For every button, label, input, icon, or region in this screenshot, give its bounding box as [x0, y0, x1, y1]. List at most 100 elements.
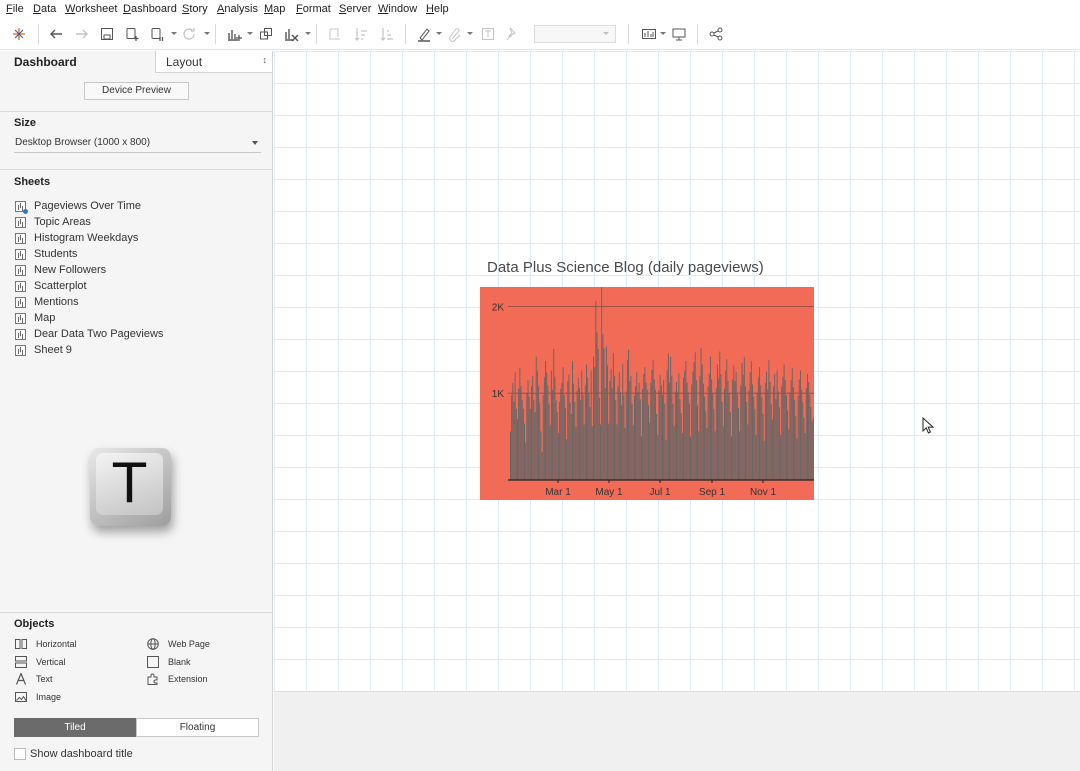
menu-server[interactable]: Server [339, 3, 371, 15]
bar [625, 391, 627, 480]
presentation-icon[interactable] [668, 23, 690, 45]
bar [762, 414, 764, 480]
bar [774, 374, 776, 480]
menu-map[interactable]: Map [264, 3, 285, 15]
worksheet-icon [15, 216, 26, 228]
object-web-page[interactable]: Web Page [147, 638, 210, 650]
show-dashboard-title-checkbox[interactable]: Show dashboard title [14, 748, 133, 760]
new-worksheet-icon[interactable] [223, 23, 245, 45]
bar [543, 377, 545, 480]
bar [556, 412, 558, 480]
bar [712, 393, 714, 480]
bar [574, 401, 576, 480]
pageviews-chart[interactable]: 2K 1K Mar 1 May 1 Jul 1 Sep 1 Nov 1 [480, 287, 814, 500]
object-blank[interactable]: Blank [147, 656, 191, 668]
bar [693, 361, 695, 480]
bar [741, 362, 743, 480]
mouse-cursor-icon [922, 417, 934, 434]
object-extension[interactable]: Extension [147, 673, 208, 685]
key-letter: T [96, 453, 163, 515]
bar [594, 367, 596, 480]
share-icon[interactable] [705, 23, 727, 45]
object-vertical[interactable]: Vertical [15, 656, 66, 668]
undo-icon[interactable] [45, 23, 67, 45]
new-data-source-icon[interactable] [121, 23, 143, 45]
bar [561, 382, 563, 480]
menu-file[interactable]: File [6, 3, 24, 15]
bar [792, 387, 794, 480]
bar [794, 400, 796, 480]
duplicate-sheet-icon[interactable] [255, 23, 277, 45]
bar [534, 412, 536, 480]
bar [755, 434, 757, 480]
bar [635, 386, 637, 480]
bar [803, 417, 805, 480]
sheet-item[interactable]: Mentions [15, 294, 79, 310]
menu-analysis[interactable]: Analysis [217, 3, 258, 15]
save-icon[interactable] [96, 23, 118, 45]
bar [797, 395, 799, 480]
bar [531, 386, 533, 480]
menu-dashboard[interactable]: Dashboard [123, 3, 177, 15]
object-horizontal[interactable]: Horizontal [15, 638, 77, 650]
bar [700, 348, 702, 480]
fix-axes-icon[interactable] [501, 23, 523, 45]
bar [636, 372, 638, 480]
swap-icon[interactable] [324, 23, 346, 45]
tiled-toggle[interactable]: Tiled [14, 718, 136, 737]
bar [673, 426, 675, 480]
bar [573, 383, 575, 480]
worksheet-icon [15, 280, 26, 292]
checkbox[interactable] [14, 748, 26, 760]
sheet-item[interactable]: Pageviews Over Time [15, 198, 141, 214]
bar [697, 405, 699, 480]
group-icon[interactable] [444, 23, 466, 45]
menu-data[interactable]: Data [33, 3, 56, 15]
bar [526, 393, 528, 480]
tab-layout[interactable]: Layout [155, 51, 272, 73]
worksheet-icon [15, 296, 26, 308]
show-me-icon[interactable] [638, 23, 660, 45]
floating-toggle[interactable]: Floating [136, 718, 259, 737]
sheet-item[interactable]: New Followers [15, 262, 106, 278]
menu-worksheet[interactable]: Worksheet [65, 3, 117, 15]
dashboard-pane: Dashboard Layout Device Preview Size Des… [0, 51, 273, 771]
bar [522, 408, 524, 480]
sheet-item[interactable]: Scatterplot [15, 278, 87, 294]
sheet-item[interactable]: Dear Data Two Pageviews [15, 326, 163, 342]
menu-window[interactable]: Window [378, 3, 417, 15]
bar [518, 388, 520, 480]
menu-help[interactable]: Help [426, 3, 449, 15]
sort-descending-icon[interactable] [376, 23, 398, 45]
tab-dashboard[interactable]: Dashboard [14, 55, 77, 69]
highlight-icon[interactable] [413, 23, 435, 45]
clear-sheet-icon[interactable] [280, 23, 302, 45]
menu-format[interactable]: Format [296, 3, 331, 15]
sheet-item[interactable]: Students [15, 246, 77, 262]
canvas-margin [274, 692, 1080, 771]
sheet-item[interactable]: Topic Areas [15, 214, 91, 230]
bar [723, 388, 725, 480]
bar [595, 301, 597, 480]
refresh-icon[interactable] [178, 23, 200, 45]
bar [539, 402, 541, 480]
object-image[interactable]: Image [15, 691, 61, 703]
sheet-item[interactable]: Sheet 9 [15, 342, 72, 358]
bar [554, 376, 556, 480]
size-select[interactable]: Desktop Browser (1000 x 800) [14, 135, 261, 153]
bar [681, 433, 683, 480]
sort-ascending-icon[interactable] [350, 23, 372, 45]
menu-story[interactable]: Story [182, 3, 208, 15]
redo-icon[interactable] [71, 23, 93, 45]
tableau-logo-icon[interactable] [8, 23, 30, 45]
bar [715, 387, 717, 480]
device-preview-button[interactable]: Device Preview [84, 82, 189, 100]
object-text[interactable]: Text [15, 673, 53, 685]
font-size-select[interactable] [534, 25, 616, 43]
sheet-item[interactable]: Map [15, 310, 55, 326]
bar [546, 372, 548, 480]
sheet-item[interactable]: Histogram Weekdays [15, 230, 138, 246]
pause-updates-icon[interactable] [146, 23, 168, 45]
labels-icon[interactable] [477, 23, 499, 45]
bar [653, 379, 655, 480]
